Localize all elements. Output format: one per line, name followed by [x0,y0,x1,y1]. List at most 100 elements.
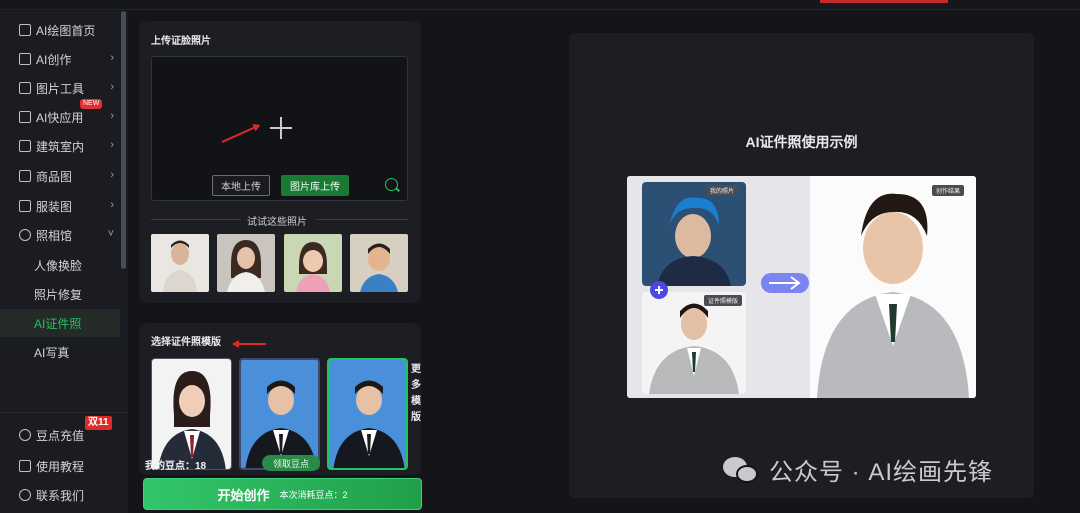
sidebar-sub-face-swap[interactable]: 人像换脸 [0,251,120,279]
template-panel-title: 选择证件照模版 [151,337,221,348]
local-upload-button[interactable]: 本地上传 [212,175,270,196]
sample-photo-image [296,242,330,292]
template-card-selected[interactable] [327,358,408,470]
divider-line [317,219,408,220]
sidebar-item-label: AI绘图首页 [36,23,96,38]
sidebar-item-image-tools[interactable]: 图片工具 › [0,74,120,102]
template-image [158,371,226,469]
sidebar-sub-label: AI证件照 [34,316,82,331]
shirt-icon [19,200,31,212]
sidebar-sub-portrait[interactable]: AI写真 [0,338,120,366]
sample-photo[interactable] [284,234,342,292]
cube-icon [19,111,31,123]
example-illustration [627,176,976,398]
chevron-right-icon: › [110,52,114,64]
chevron-down-icon: ˅ [107,228,114,240]
sidebar-item-photo-studio[interactable]: 照相馆 ˅ [0,221,120,249]
sidebar-item-label: 图片工具 [36,81,85,96]
sidebar-item-clothing[interactable]: 服装图 › [0,192,120,220]
sidebar-item-tutorial[interactable]: 使用教程 [0,452,120,480]
sidebar-item-recharge[interactable]: 豆点充值 双11 [0,416,120,449]
sidebar-item-product[interactable]: 商品图 › [0,162,120,190]
sidebar-item-label: AI创作 [36,52,72,67]
headset-icon [19,489,31,501]
sidebar-sub-id-photo[interactable]: AI证件照 [0,309,120,337]
sample-photo[interactable] [217,234,275,292]
template-card[interactable] [239,358,320,470]
more-char: 更 [411,364,421,375]
sample-photo-image [163,240,197,292]
watermark-text: 公众号 · AI绘画先锋 [769,459,994,486]
chevron-right-icon: › [110,169,114,181]
sidebar-item-label: 豆点充值 [36,428,85,443]
plus-icon[interactable] [270,117,292,139]
brush-icon [19,53,31,65]
watermark: 公众号 · AI绘画先锋 [723,452,993,487]
sidebar-item-label: 使用教程 [36,459,85,474]
tag-result: 创作结果 [932,185,965,196]
template-image [333,380,405,468]
try-photos-label: 试试这些照片 [247,217,307,228]
gallery-upload-button[interactable]: 图片库上传 [281,175,349,196]
example-image: 我的照片 证件照模版 创作结果 [627,176,976,398]
sidebar-scrollbar[interactable] [121,11,126,269]
sidebar-item-label: 照相馆 [36,228,73,243]
sidebar-item-quick-apps[interactable]: AI快应用 NEW › [0,99,120,131]
annotation-arrow [234,343,266,345]
wechat-icon [723,455,761,485]
sidebar-sub-label: 人像换脸 [34,258,83,273]
sample-photo-image [360,243,398,292]
chevron-right-icon: › [110,110,114,122]
new-badge: NEW [80,99,103,109]
top-promo-banner[interactable] [820,0,948,3]
more-char: 模 [411,396,421,407]
camera-icon [19,229,31,241]
sidebar-item-ai-create[interactable]: AI创作 › [0,45,120,73]
more-char: 版 [411,412,421,423]
divider-line [151,219,241,220]
my-points-label: 我的豆点：18 [145,461,207,472]
double11-badge: 双11 [85,416,112,430]
sidebar-item-label: 商品图 [36,169,73,184]
sidebar-sub-label: AI写真 [34,345,70,360]
sample-photo-image [227,240,265,292]
zoom-in-icon[interactable] [385,178,398,191]
cost-label: 本次消耗豆点：2 [279,489,348,500]
sidebar-item-architecture[interactable]: 建筑室内 › [0,132,120,160]
chevron-right-icon: › [110,199,114,211]
sidebar: AI绘图首页 AI创作 › 图片工具 › AI快应用 NEW › 建筑室内 › … [0,11,128,513]
preview-panel: AI证件照使用示例 我的照片 证件照模版 创作结果 [569,33,1034,498]
template-image [245,380,317,468]
tag-my-photo: 我的照片 [706,185,739,196]
more-char: 多 [411,380,421,391]
building-icon [19,140,31,152]
sidebar-divider [0,412,128,413]
toolbox-icon [19,82,31,94]
sidebar-sub-label: 照片修复 [34,287,83,302]
book-icon [19,460,31,472]
upload-panel-title: 上传证脸照片 [151,36,211,47]
start-create-button[interactable]: 开始创作 本次消耗豆点：2 [143,478,422,510]
top-bar [0,0,1080,10]
preview-title: AI证件照使用示例 [745,134,858,150]
sidebar-item-label: 建筑室内 [36,139,85,154]
chevron-right-icon: › [110,81,114,93]
chevron-right-icon: › [110,139,114,151]
sidebar-item-contact[interactable]: 联系我们 [0,481,120,509]
sidebar-item-label: 服装图 [36,199,73,214]
sidebar-item-label: AI快应用 [36,110,84,125]
sidebar-sub-photo-repair[interactable]: 照片修复 [0,280,120,308]
template-card[interactable] [151,358,232,470]
diamond-icon [19,429,31,441]
sample-photo[interactable] [350,234,408,292]
bag-icon [19,170,31,182]
sample-photo[interactable] [151,234,209,292]
start-create-label: 开始创作 [217,487,270,503]
get-points-button[interactable]: 领取豆点 [262,455,320,471]
tag-template: 证件照模版 [704,295,743,306]
home-icon [19,24,31,36]
sidebar-item-home[interactable]: AI绘图首页 [0,16,120,44]
upload-dropzone[interactable]: 本地上传 图片库上传 [151,56,408,201]
sidebar-item-label: 联系我们 [36,488,85,503]
more-templates-link[interactable]: 更 多 模 版 [411,362,423,426]
